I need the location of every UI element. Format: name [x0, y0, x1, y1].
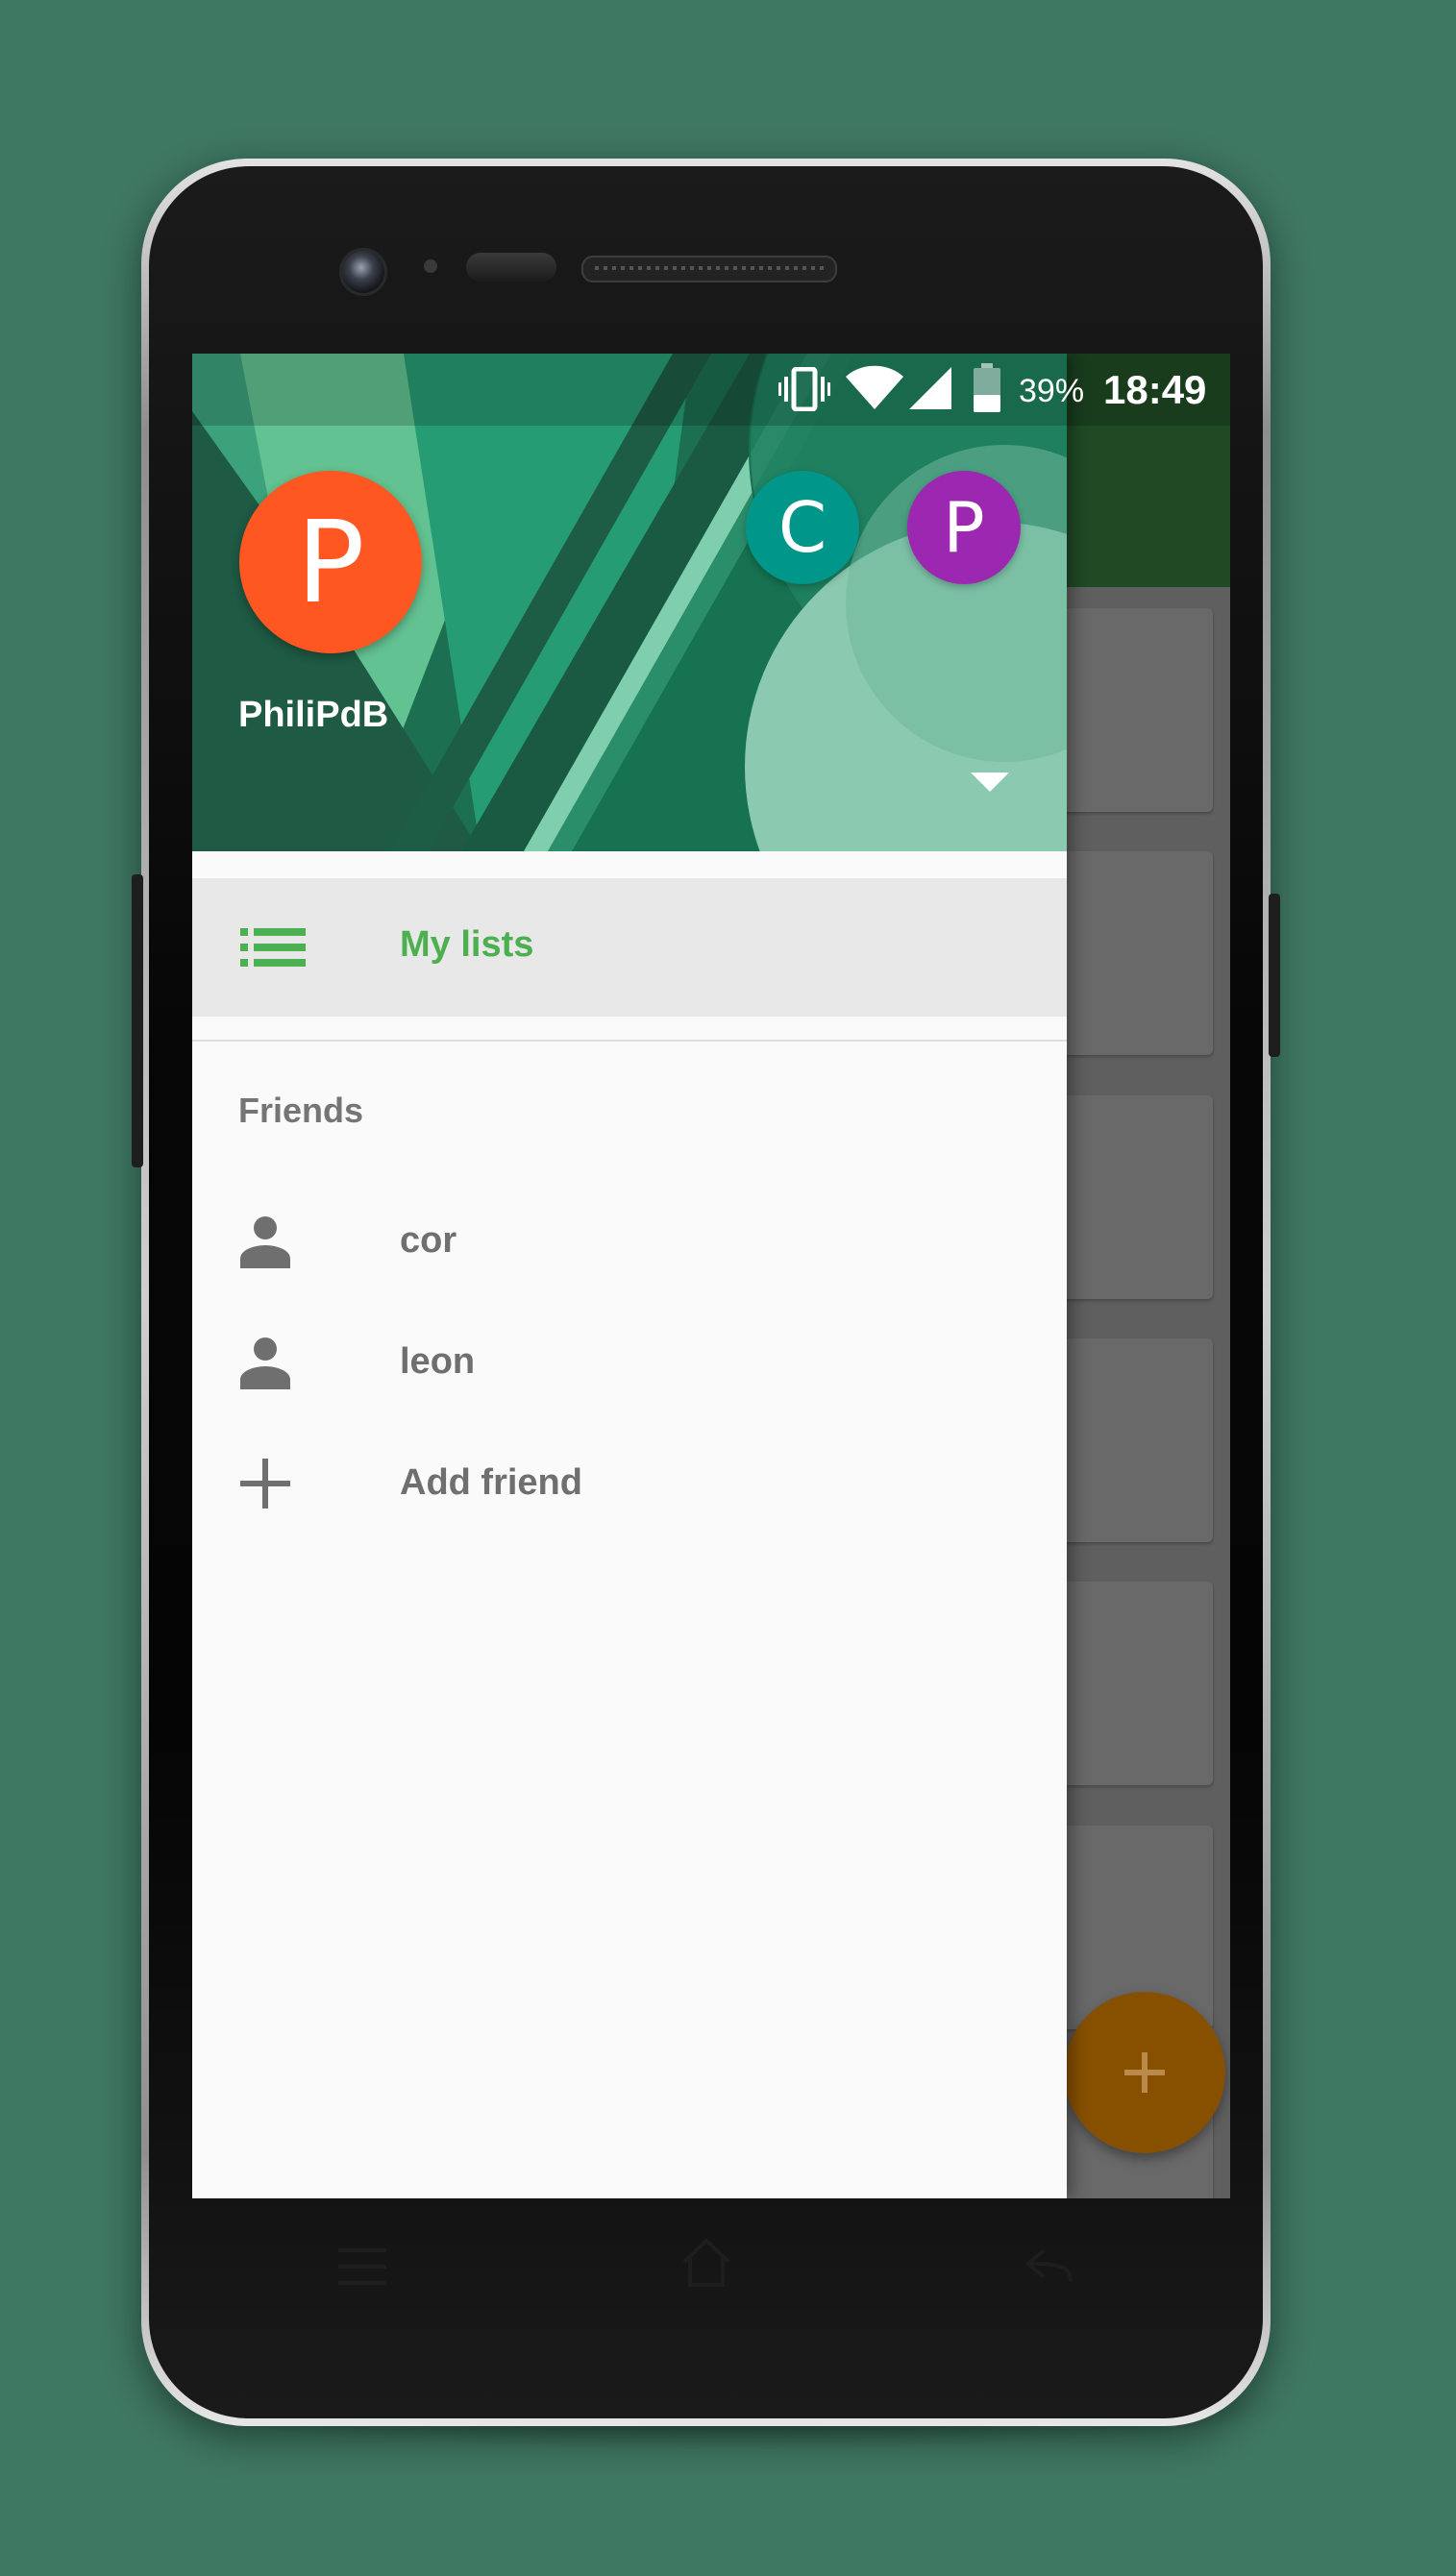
friend-item-cor[interactable]: cor: [192, 1186, 1067, 1297]
friend-name: leon: [400, 1341, 476, 1382]
front-camera: [339, 248, 387, 296]
friends-subheader: Friends: [238, 1091, 364, 1130]
menu-icon[interactable]: [338, 2248, 386, 2285]
back-icon[interactable]: [1024, 2246, 1074, 2285]
system-navigation-bar: [192, 2198, 1230, 2337]
proximity-sensor: [424, 259, 437, 273]
arrow-drop-down-icon[interactable]: [967, 767, 1013, 796]
drawer-divider: [192, 1040, 1067, 1042]
friend-name: cor: [400, 1220, 457, 1261]
earpiece-speaker: [581, 256, 837, 282]
add-icon: [240, 1459, 290, 1509]
add-friend-item[interactable]: Add friend: [192, 1428, 1067, 1539]
light-sensor: [466, 253, 556, 282]
battery-icon: [974, 363, 1000, 412]
person-icon: [240, 1216, 290, 1268]
signal-icon: [909, 367, 951, 409]
wifi-icon: [846, 365, 903, 409]
other-account-avatar-c[interactable]: C: [746, 471, 859, 584]
add-icon: [1124, 2052, 1165, 2093]
navigation-drawer: P C P PhiliPdB My lists Friends cor leon…: [192, 354, 1067, 2198]
other-account-avatar-p[interactable]: P: [907, 471, 1021, 584]
screen: P C P PhiliPdB My lists Friends cor leon…: [192, 354, 1230, 2198]
drawer-item-my-lists[interactable]: My lists: [192, 878, 1067, 1017]
add-list-fab[interactable]: [1064, 1992, 1225, 2153]
status-bar: 39% 18:49: [192, 354, 1230, 426]
list-icon: [240, 928, 306, 967]
power-button: [1269, 894, 1280, 1057]
person-icon: [240, 1337, 290, 1389]
vibrate-icon: [778, 367, 830, 411]
drawer-header: P C P PhiliPdB: [192, 354, 1067, 851]
current-account-avatar[interactable]: P: [239, 471, 422, 653]
home-icon[interactable]: [680, 2237, 732, 2289]
account-name: PhiliPdB: [238, 695, 389, 735]
friend-item-leon[interactable]: leon: [192, 1307, 1067, 1418]
status-clock: 18:49: [1103, 367, 1207, 412]
battery-percentage: 39%: [1019, 373, 1085, 409]
volume-rocker: [132, 874, 143, 1167]
add-friend-label: Add friend: [400, 1462, 582, 1503]
drawer-item-label: My lists: [400, 924, 534, 965]
